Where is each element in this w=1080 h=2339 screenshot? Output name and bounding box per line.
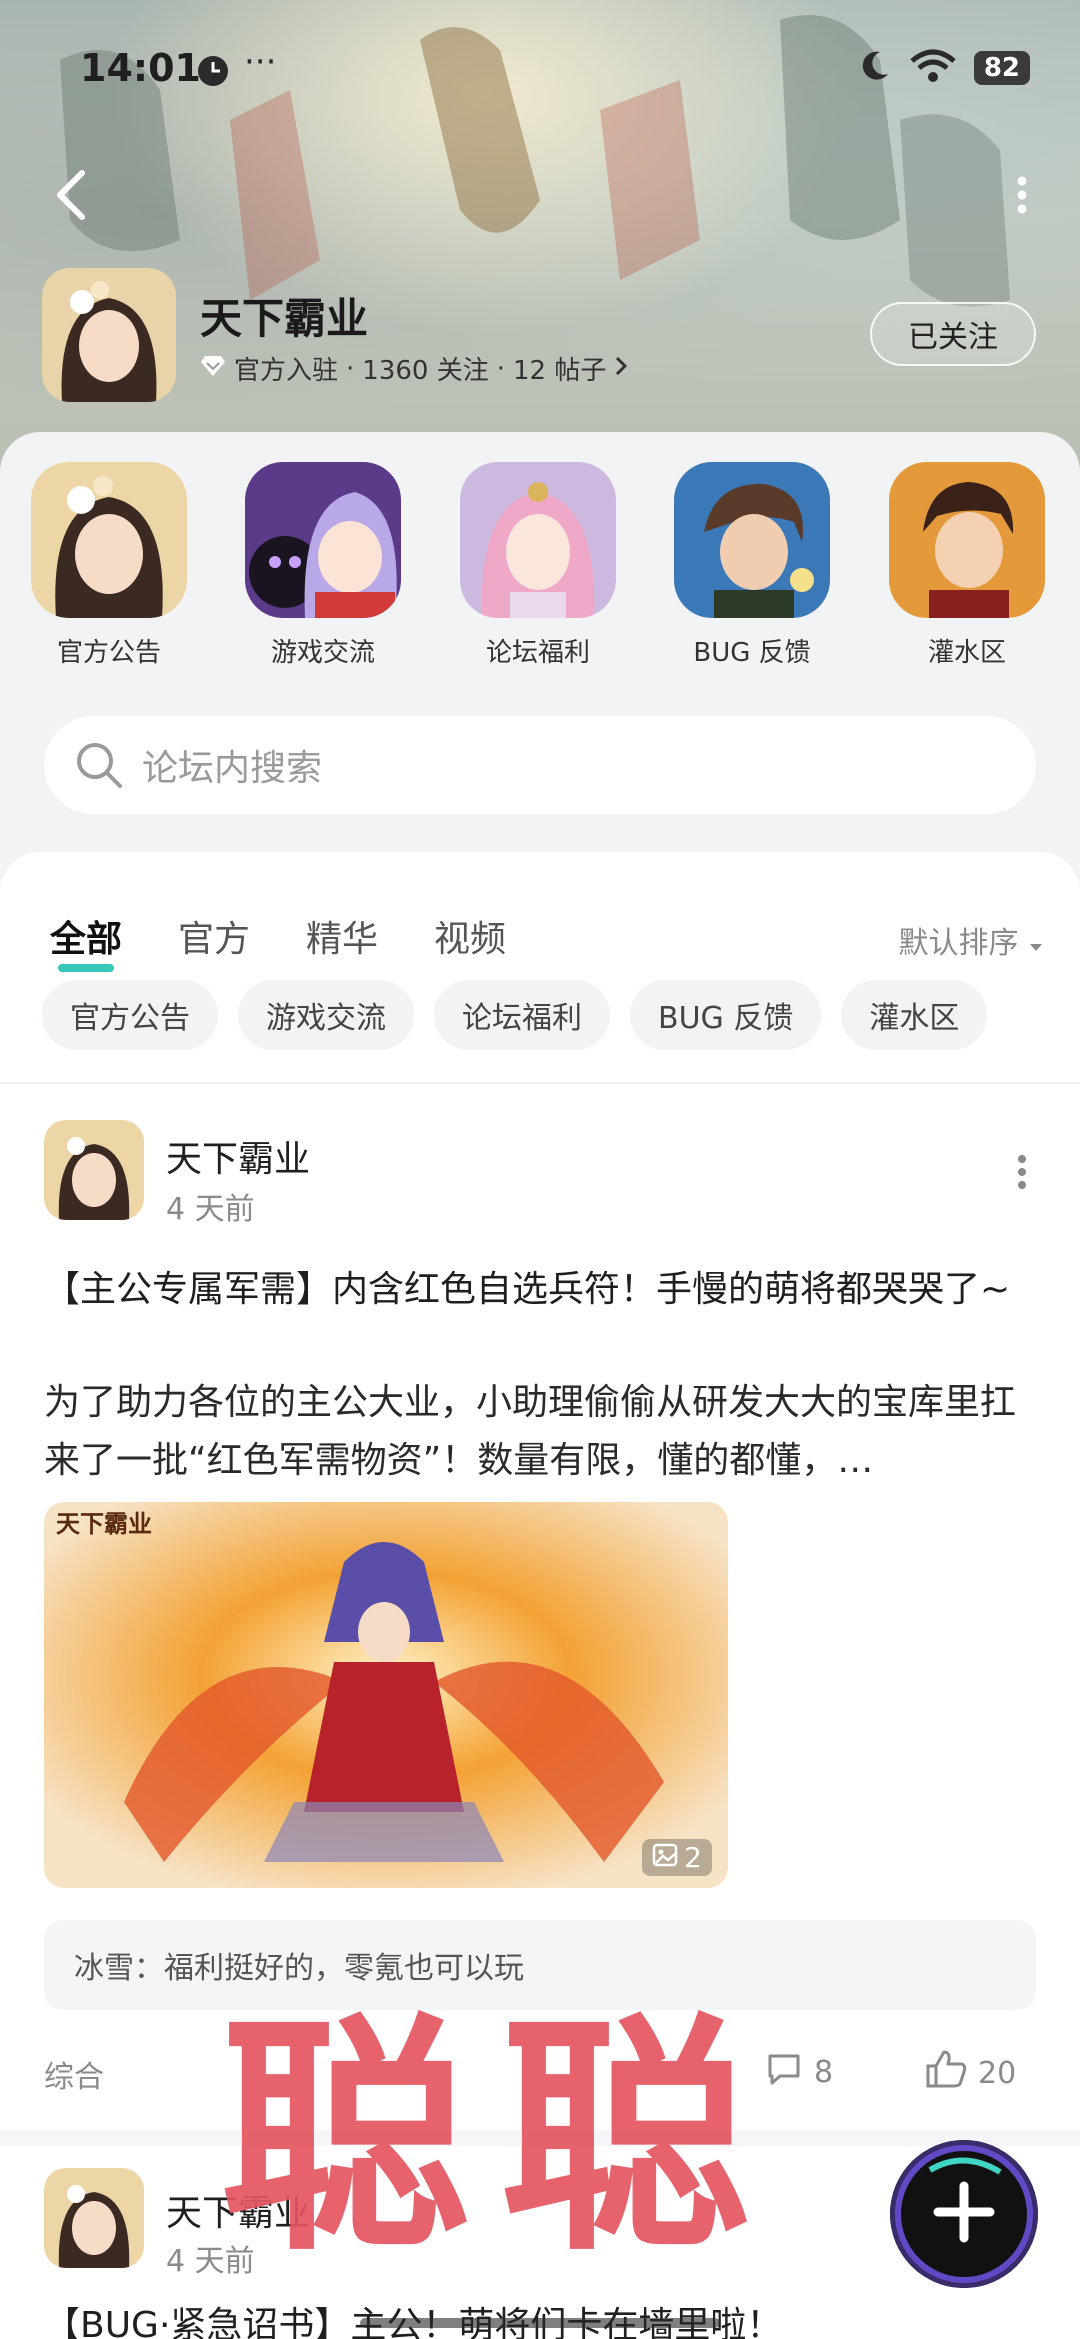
post-more-button[interactable]	[1016, 1154, 1028, 1190]
chevron-right-icon	[614, 354, 628, 384]
category-icons-row: 官方公告 游戏交流 论坛福利 BUG 反馈 灌水区	[0, 462, 1080, 682]
forum-search-bar[interactable]: 论坛内搜索	[44, 716, 1036, 814]
forum-title: 天下霸业	[200, 294, 369, 343]
category-bug-report[interactable]: BUG 反馈	[672, 462, 832, 669]
forum-avatar[interactable]	[42, 268, 176, 402]
wifi-icon	[910, 49, 956, 87]
category-label: 论坛福利	[485, 638, 590, 668]
follow-button[interactable]: 已关注	[870, 302, 1036, 366]
divider	[0, 1082, 1080, 1084]
tab-all[interactable]: 全部	[50, 910, 122, 972]
search-input[interactable]: 论坛内搜索	[142, 739, 322, 791]
image-count-badge: 2	[642, 1839, 712, 1876]
post-author-avatar[interactable]	[44, 1120, 144, 1220]
svg-text:天下霸业: 天下霸业	[56, 1509, 152, 1538]
subforum-chips: 官方公告 游戏交流 论坛福利 BUG 反馈 灌水区	[42, 980, 988, 1050]
more-notifications-icon: ···	[244, 42, 277, 82]
sort-label: 默认排序	[898, 926, 1019, 961]
tab-official[interactable]: 官方	[178, 910, 250, 962]
forum-follow-count: 1360 关注	[362, 356, 489, 386]
post-time: 4 天前	[166, 1192, 255, 1227]
post-author-name[interactable]: 天下霸业	[166, 1130, 310, 1182]
forum-post-count[interactable]: 12 帖子	[513, 350, 606, 387]
more-options-button[interactable]	[1014, 175, 1030, 215]
forum-meta: 官方入驻 · 1360 关注 · 12 帖子	[200, 350, 628, 387]
chip-welfare[interactable]: 论坛福利	[434, 980, 610, 1050]
like-button[interactable]: 20	[924, 2048, 1016, 2098]
category-chat-water-icon	[889, 462, 1045, 618]
plus-icon	[932, 2180, 996, 2248]
category-label: 游戏交流	[270, 638, 375, 668]
post-image[interactable]: 天下霸业 2	[44, 1502, 728, 1888]
alarm-icon	[196, 54, 230, 92]
category-official-icon	[31, 462, 187, 618]
chip-game-chat[interactable]: 游戏交流	[238, 980, 414, 1050]
category-game-chat-icon	[245, 462, 401, 618]
category-label: BUG 反馈	[693, 638, 811, 668]
category-welfare-icon	[460, 462, 616, 618]
category-game-chat[interactable]: 游戏交流	[243, 462, 403, 669]
category-label: 官方公告	[56, 638, 161, 668]
feed-tabs: 全部 官方 精华 视频	[50, 910, 506, 972]
sort-dropdown[interactable]: 默认排序	[898, 918, 1044, 962]
category-welfare[interactable]: 论坛福利	[458, 462, 618, 669]
moon-icon	[856, 48, 892, 88]
chip-bug-report[interactable]: BUG 反馈	[630, 980, 822, 1050]
chip-chat-water[interactable]: 灌水区	[841, 980, 988, 1050]
post-author-avatar[interactable]	[44, 2168, 144, 2268]
image-count: 2	[684, 1841, 702, 1874]
status-bar: 14:01 ··· 82	[0, 40, 1080, 100]
category-bug-report-icon	[674, 462, 830, 618]
post-body[interactable]: 为了助力各位的主公大业，小助理偷偷从研发大大的宝库里扛来了一批“红色军需物资”！…	[44, 1374, 1034, 1490]
post-tag[interactable]: 综合	[44, 2052, 104, 2096]
category-chat-water[interactable]: 灌水区	[887, 462, 1047, 669]
post-title[interactable]: 【主公专属军需】内含红色自选兵符！手慢的萌将都哭哭了~	[44, 1262, 1044, 1318]
forum-verified-text: 官方入驻	[234, 356, 339, 386]
caret-down-icon	[1028, 926, 1044, 961]
verified-diamond-icon	[200, 354, 226, 384]
tab-video[interactable]: 视频	[434, 910, 506, 962]
create-post-button[interactable]	[890, 2140, 1038, 2288]
back-button[interactable]	[50, 165, 94, 225]
category-official[interactable]: 官方公告	[29, 462, 189, 669]
watermark-text: 聪聪	[220, 1993, 780, 2284]
status-time: 14:01	[80, 46, 201, 90]
home-indicator	[360, 2318, 720, 2328]
like-count: 20	[978, 2055, 1017, 2091]
battery-indicator: 82	[973, 51, 1030, 85]
thumbs-up-icon	[924, 2048, 968, 2098]
comment-count: 8	[814, 2054, 834, 2090]
category-label: 灌水区	[927, 638, 1006, 668]
chip-official[interactable]: 官方公告	[42, 980, 218, 1050]
tab-featured[interactable]: 精华	[306, 910, 378, 962]
search-icon	[74, 740, 124, 790]
status-icons: 82	[856, 48, 1030, 88]
image-icon	[652, 1841, 678, 1874]
